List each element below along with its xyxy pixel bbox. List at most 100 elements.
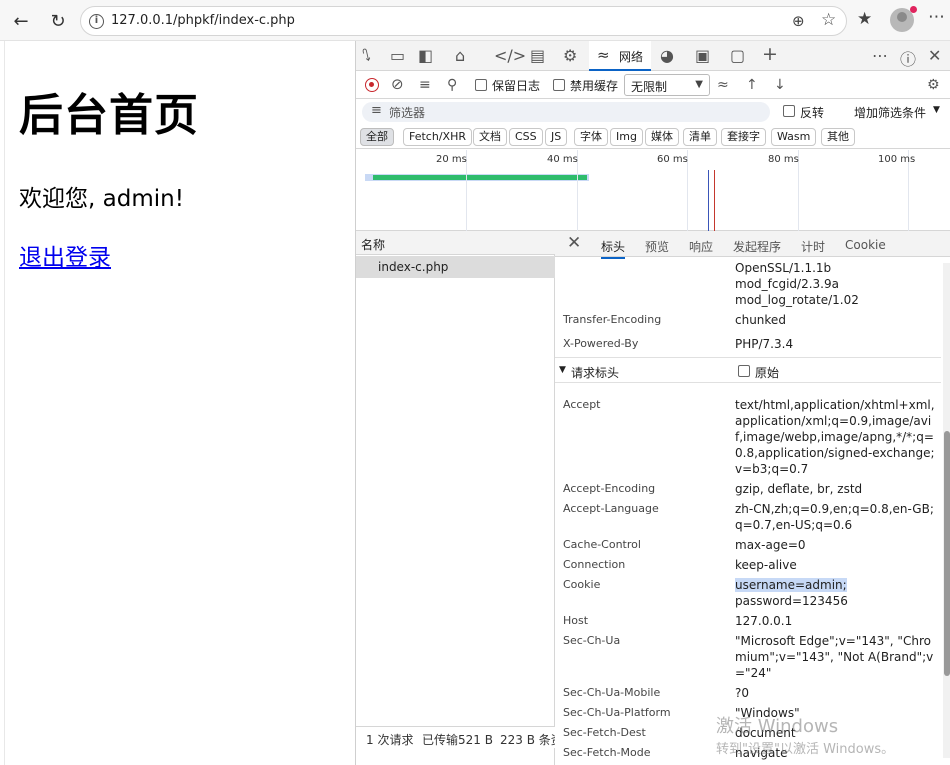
transferred-size: 已传输521 B (422, 733, 493, 747)
request-bar (373, 175, 587, 180)
filter-funnel-icon[interactable]: ≡ (419, 77, 431, 93)
resource-type-filter: 全部 Fetch/XHR 文档 CSS JS 字体 Img 媒体 清单 套接字 Wasm 其他 (356, 125, 950, 149)
type-filter-6[interactable]: Img (610, 128, 643, 146)
network-overview-timeline: 20 ms 40 ms 60 ms 80 ms 100 ms (356, 150, 950, 231)
invert-checkbox[interactable] (783, 105, 795, 117)
application-icon[interactable]: ▢ (730, 46, 745, 65)
search-icon[interactable]: ⚲ (447, 77, 457, 93)
type-filter-2[interactable]: 文档 (473, 128, 507, 146)
site-info-icon[interactable]: i (89, 14, 104, 29)
chevron-down-icon: ▼ (933, 105, 940, 115)
more-menu-icon[interactable]: ⋯ (928, 7, 945, 27)
request-headers-section[interactable]: ▼ 请求标头 原始 (555, 357, 941, 383)
favorite-star-icon[interactable]: ☆ (821, 10, 836, 30)
devtools-more-icon[interactable]: ⋯ (872, 46, 888, 65)
type-filter-10[interactable]: Wasm (771, 128, 817, 146)
request-name: index-c.php (378, 260, 449, 274)
profile-avatar[interactable] (890, 6, 917, 32)
logout-link[interactable]: 退出登录 (19, 238, 111, 272)
export-har-icon[interactable]: ↓ (774, 77, 786, 93)
more-filters-dropdown[interactable]: 增加筛选条件 (854, 104, 926, 121)
header-value: zh-CN,zh;q=0.9,en;q=0.8,en-GB;q=0.7,en-U… (735, 502, 934, 532)
network-summary: 1 次请求 已传输521 B 223 B 条资 (356, 726, 555, 748)
cookie-highlight: username=admin; (735, 578, 847, 592)
header-value: PHP/7.3.4 (735, 337, 794, 351)
request-row[interactable]: index-c.php (356, 256, 555, 278)
close-detail-icon[interactable]: ✕ (567, 233, 581, 253)
overview-tick-label: 20 ms (436, 154, 467, 165)
memory-icon[interactable]: ▣ (695, 46, 710, 65)
page-title: 后台首页 (19, 90, 199, 141)
filter-icon: ≡ (371, 103, 382, 118)
type-filter-5[interactable]: 字体 (574, 128, 608, 146)
network-conditions-icon[interactable]: ≈ (717, 77, 729, 93)
import-har-icon[interactable]: ↑ (746, 77, 758, 93)
type-filter-8[interactable]: 清单 (683, 128, 717, 146)
dom-content-loaded-line (708, 170, 709, 231)
header-name: Accept-Encoding (563, 482, 656, 495)
name-column-label: 名称 (361, 238, 386, 252)
help-icon[interactable]: ⓘ (900, 46, 916, 70)
zoom-icon[interactable]: ⊕ (792, 12, 805, 30)
welcome-text: 欢迎您, admin! (19, 186, 184, 212)
type-filter-11[interactable]: 其他 (821, 128, 855, 146)
type-filter-7[interactable]: 媒体 (645, 128, 679, 146)
cookie-rest: password=123456 (735, 594, 848, 608)
clear-icon[interactable]: ⊘ (391, 75, 404, 93)
expand-triangle-icon: ▼ (559, 365, 566, 375)
throttle-select[interactable]: 无限制 ▼ (624, 74, 710, 96)
dock-side-icon[interactable]: ◧ (418, 46, 433, 65)
network-settings-icon[interactable]: ⚙ (927, 77, 940, 93)
header-name: Accept-Language (563, 502, 659, 515)
tab-preview[interactable]: 预览 (645, 238, 669, 255)
browser-toolbar: ← ↻ i 127.0.0.1/phpkf/index-c.php ⊕ ☆ ★ … (0, 0, 950, 41)
disable-cache-checkbox[interactable] (553, 79, 565, 91)
address-bar[interactable]: i 127.0.0.1/phpkf/index-c.php ⊕ ☆ (80, 6, 847, 36)
filter-input[interactable]: ≡ 筛选器 (362, 102, 770, 122)
header-name: Sec-Ch-Ua-Mobile (563, 686, 661, 699)
devtools-tab-bar: ⭛ ▭ ◧ ⌂ </> ▤ ⚙ ≈ 网络 ◕ ▣ ▢ + ⋯ ⓘ ✕ (356, 41, 950, 71)
type-filter-9[interactable]: 套接字 (721, 128, 766, 146)
header-value: gzip, deflate, br, zstd (735, 482, 863, 496)
console-icon[interactable]: ▤ (530, 46, 545, 65)
header-name: Sec-Fetch-Dest (563, 726, 646, 739)
type-filter-4[interactable]: JS (545, 128, 568, 146)
type-filter-1[interactable]: Fetch/XHR (403, 128, 472, 146)
name-column-header[interactable]: 名称 (356, 231, 555, 255)
header-value: "Microsoft Edge";v="143", "Chromium";v="… (735, 634, 934, 680)
tab-response[interactable]: 响应 (689, 238, 713, 255)
type-filter-0[interactable]: 全部 (360, 128, 394, 146)
add-tab-icon[interactable]: + (762, 43, 778, 65)
url-text: 127.0.0.1/phpkf/index-c.php (111, 13, 295, 28)
load-event-line (714, 170, 715, 231)
sources-bug-icon[interactable]: ⚙ (563, 46, 577, 65)
header-value: chunked (735, 313, 786, 327)
filter-placeholder: 筛选器 (389, 106, 426, 120)
tab-initiator[interactable]: 发起程序 (733, 238, 781, 255)
scrollbar-thumb[interactable] (944, 431, 950, 676)
performance-icon[interactable]: ◕ (660, 46, 674, 65)
close-devtools-icon[interactable]: ✕ (928, 46, 941, 65)
device-toggle-icon[interactable]: ▭ (390, 46, 405, 65)
favorites-icon[interactable]: ★ (857, 9, 872, 29)
back-icon[interactable]: ← (8, 8, 34, 34)
record-icon[interactable] (365, 78, 379, 92)
activation-watermark-title: 激活 Windows (716, 716, 839, 737)
preserve-log-checkbox[interactable] (475, 79, 487, 91)
overview-tick-label: 100 ms (878, 154, 916, 165)
inspect-icon[interactable]: ⭛ (362, 46, 371, 65)
raw-checkbox[interactable] (738, 365, 750, 377)
reload-icon[interactable]: ↻ (45, 8, 71, 34)
tab-timing[interactable]: 计时 (801, 238, 825, 255)
welcome-home-icon[interactable]: ⌂ (455, 46, 465, 65)
preserve-log-label: 保留日志 (492, 79, 541, 93)
headers-scrollbar[interactable] (943, 263, 950, 758)
header-name: X-Powered-By (563, 337, 639, 350)
tab-cookie[interactable]: Cookie (845, 238, 886, 252)
tab-network[interactable]: ≈ 网络 (589, 41, 651, 71)
tab-headers[interactable]: 标头 (601, 238, 626, 259)
elements-icon[interactable]: </> (494, 46, 526, 65)
throttle-value: 无限制 (631, 80, 668, 94)
detail-tab-bar: ✕ 标头 预览 响应 发起程序 计时 Cookie (555, 231, 950, 259)
type-filter-3[interactable]: CSS (509, 128, 543, 146)
